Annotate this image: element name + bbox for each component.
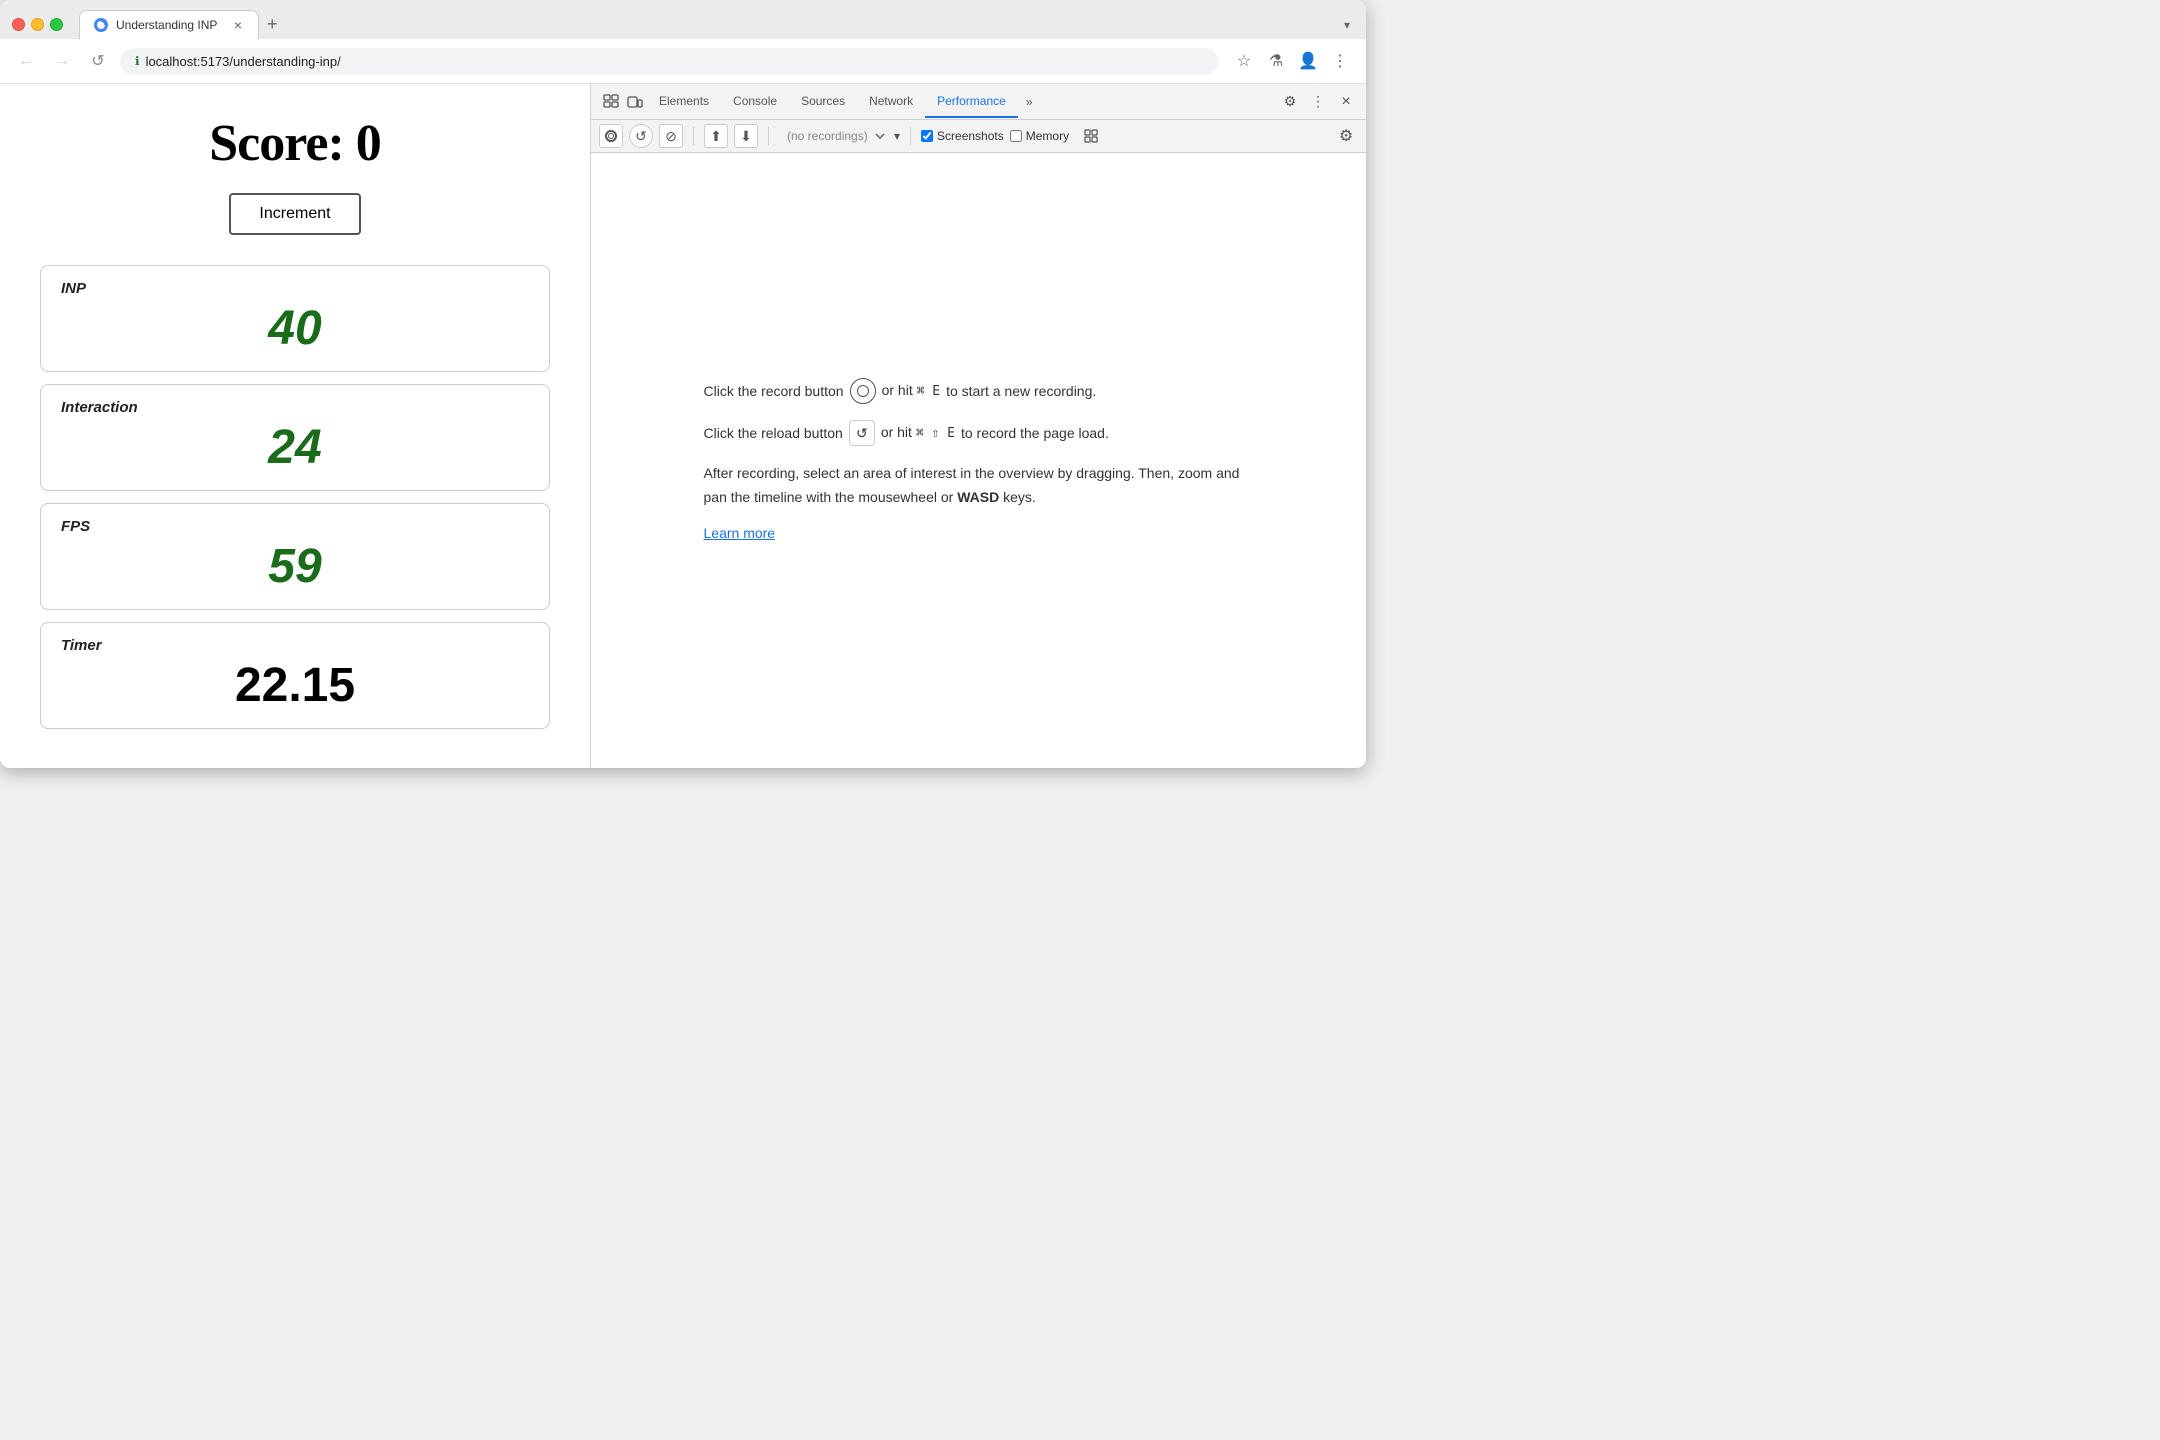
reload-button-icon: ↺ bbox=[849, 420, 875, 446]
browser-toolbar-icons: ☆ ⚗ 👤 ⋮ bbox=[1230, 47, 1354, 75]
traffic-lights bbox=[12, 18, 63, 31]
tab-controls: ▾ bbox=[1340, 14, 1354, 36]
clear-button[interactable]: ⊘ bbox=[659, 124, 683, 148]
close-button[interactable] bbox=[12, 18, 25, 31]
timer-metric-card: Timer 22.15 bbox=[40, 622, 550, 729]
elements-tab[interactable]: Elements bbox=[647, 86, 721, 118]
network-tab[interactable]: Network bbox=[857, 86, 925, 118]
fps-value: 59 bbox=[61, 543, 529, 591]
download-profile-button[interactable]: ⬇ bbox=[734, 124, 758, 148]
recordings-dropdown-arrow[interactable]: ▾ bbox=[894, 129, 900, 143]
fps-metric-card: FPS 59 bbox=[40, 503, 550, 610]
title-bar: Understanding INP × + ▾ bbox=[0, 0, 1366, 39]
screenshots-checkbox-group[interactable]: Screenshots bbox=[921, 129, 1004, 143]
record-instruction-text: Click the record button bbox=[704, 380, 844, 402]
inp-label: INP bbox=[61, 280, 529, 297]
refresh-button[interactable]: ↺ bbox=[84, 47, 112, 75]
address-input[interactable]: ℹ localhost:5173/understanding-inp/ bbox=[120, 48, 1218, 75]
tabs-bar: Understanding INP × + bbox=[79, 10, 1332, 39]
devtools-instructions: Click the record button or hit ⌘ E to st… bbox=[704, 378, 1254, 544]
score-display: Score: 0 bbox=[40, 114, 550, 173]
performance-settings-icon[interactable]: ⚙ bbox=[1334, 124, 1358, 148]
upload-profile-button[interactable]: ⬆ bbox=[704, 124, 728, 148]
minimize-button[interactable] bbox=[31, 18, 44, 31]
bookmark-icon[interactable]: ☆ bbox=[1230, 47, 1258, 75]
memory-label: Memory bbox=[1026, 129, 1069, 143]
back-button[interactable]: ← bbox=[12, 47, 40, 75]
toolbar-separator-3 bbox=[910, 127, 911, 145]
interaction-label: Interaction bbox=[61, 399, 529, 416]
performance-toolbar: ↺ ⊘ ⬆ ⬇ (no recordings) bbox=[591, 120, 1366, 153]
active-tab[interactable]: Understanding INP × bbox=[79, 10, 259, 39]
devtools-panel: Elements Console Sources Network Perform… bbox=[590, 84, 1366, 768]
record-shortcut-kbd: ⌘ E bbox=[917, 384, 940, 399]
sources-tab[interactable]: Sources bbox=[789, 86, 857, 118]
wasd-text: WASD bbox=[957, 489, 999, 505]
recordings-select[interactable]: (no recordings) bbox=[779, 126, 888, 146]
forward-button[interactable]: → bbox=[48, 47, 76, 75]
devtools-more-icon[interactable]: ⋮ bbox=[1306, 90, 1330, 114]
memory-checkbox[interactable] bbox=[1010, 130, 1022, 142]
devtools-close-icon[interactable]: × bbox=[1334, 90, 1358, 114]
reload-shortcut-kbd: ⌘ ⇧ E bbox=[916, 426, 955, 441]
experiments-icon[interactable]: ⚗ bbox=[1262, 47, 1290, 75]
devtools-tabs-toolbar: Elements Console Sources Network Perform… bbox=[591, 84, 1366, 120]
toolbar-separator bbox=[693, 127, 694, 145]
fps-label: FPS bbox=[61, 518, 529, 535]
main-content: Score: 0 Increment INP 40 Interaction 24… bbox=[0, 84, 1366, 768]
more-tabs-button[interactable]: » bbox=[1018, 87, 1041, 117]
record-suffix-text: to start a new recording. bbox=[946, 380, 1096, 402]
maximize-button[interactable] bbox=[50, 18, 63, 31]
more-menu-icon[interactable]: ⋮ bbox=[1326, 47, 1354, 75]
reload-shortcut-text: or hit ⌘ ⇧ E bbox=[881, 421, 955, 445]
performance-tab[interactable]: Performance bbox=[925, 86, 1018, 118]
score-value: 0 bbox=[356, 115, 381, 172]
inp-metric-card: INP 40 bbox=[40, 265, 550, 372]
webpage-content: Score: 0 Increment INP 40 Interaction 24… bbox=[0, 84, 590, 768]
capture-settings-icon[interactable] bbox=[1079, 124, 1103, 148]
tab-favicon bbox=[94, 18, 108, 32]
performance-empty-state: Click the record button or hit ⌘ E to st… bbox=[591, 153, 1366, 768]
screenshots-label: Screenshots bbox=[937, 129, 1004, 143]
profile-icon[interactable]: 👤 bbox=[1294, 47, 1322, 75]
screenshots-checkbox[interactable] bbox=[921, 130, 933, 142]
interaction-metric-card: Interaction 24 bbox=[40, 384, 550, 491]
record-button[interactable] bbox=[599, 124, 623, 148]
record-shortcut-text: or hit ⌘ E bbox=[882, 379, 941, 403]
interaction-value: 24 bbox=[61, 424, 529, 472]
secure-icon: ℹ bbox=[135, 54, 140, 68]
reload-record-button[interactable]: ↺ bbox=[629, 124, 653, 148]
learn-more-link[interactable]: Learn more bbox=[704, 525, 776, 541]
browser-window: Understanding INP × + ▾ ← → ↺ ℹ localhos… bbox=[0, 0, 1366, 768]
memory-checkbox-group[interactable]: Memory bbox=[1010, 129, 1069, 143]
timer-value: 22.15 bbox=[61, 662, 529, 710]
score-label: Score: bbox=[209, 115, 344, 172]
new-tab-button[interactable]: + bbox=[259, 14, 286, 35]
record-button-icon bbox=[850, 378, 876, 404]
reload-instruction-text: Click the reload button bbox=[704, 422, 843, 444]
reload-suffix-text: to record the page load. bbox=[961, 422, 1109, 444]
console-tab[interactable]: Console bbox=[721, 86, 789, 118]
timer-label: Timer bbox=[61, 637, 529, 654]
tab-title: Understanding INP bbox=[116, 18, 224, 32]
tab-list-chevron-icon[interactable]: ▾ bbox=[1340, 14, 1354, 36]
increment-button[interactable]: Increment bbox=[229, 193, 360, 235]
description-suffix: keys. bbox=[1003, 489, 1036, 505]
device-toolbar-icon[interactable] bbox=[623, 90, 647, 114]
record-instruction-line: Click the record button or hit ⌘ E to st… bbox=[704, 378, 1254, 404]
address-bar: ← → ↺ ℹ localhost:5173/understanding-inp… bbox=[0, 39, 1366, 84]
devtools-action-icons: ⚙ ⋮ × bbox=[1278, 90, 1358, 114]
reload-instruction-line: Click the reload button ↺ or hit ⌘ ⇧ E t… bbox=[704, 420, 1254, 446]
tab-close-button[interactable]: × bbox=[232, 17, 244, 33]
devtools-settings-icon[interactable]: ⚙ bbox=[1278, 90, 1302, 114]
inspect-element-icon[interactable] bbox=[599, 90, 623, 114]
toolbar-separator-2 bbox=[768, 127, 769, 145]
inp-value: 40 bbox=[61, 305, 529, 353]
url-display: localhost:5173/understanding-inp/ bbox=[146, 54, 341, 69]
recording-description: After recording, select an area of inter… bbox=[704, 462, 1254, 510]
